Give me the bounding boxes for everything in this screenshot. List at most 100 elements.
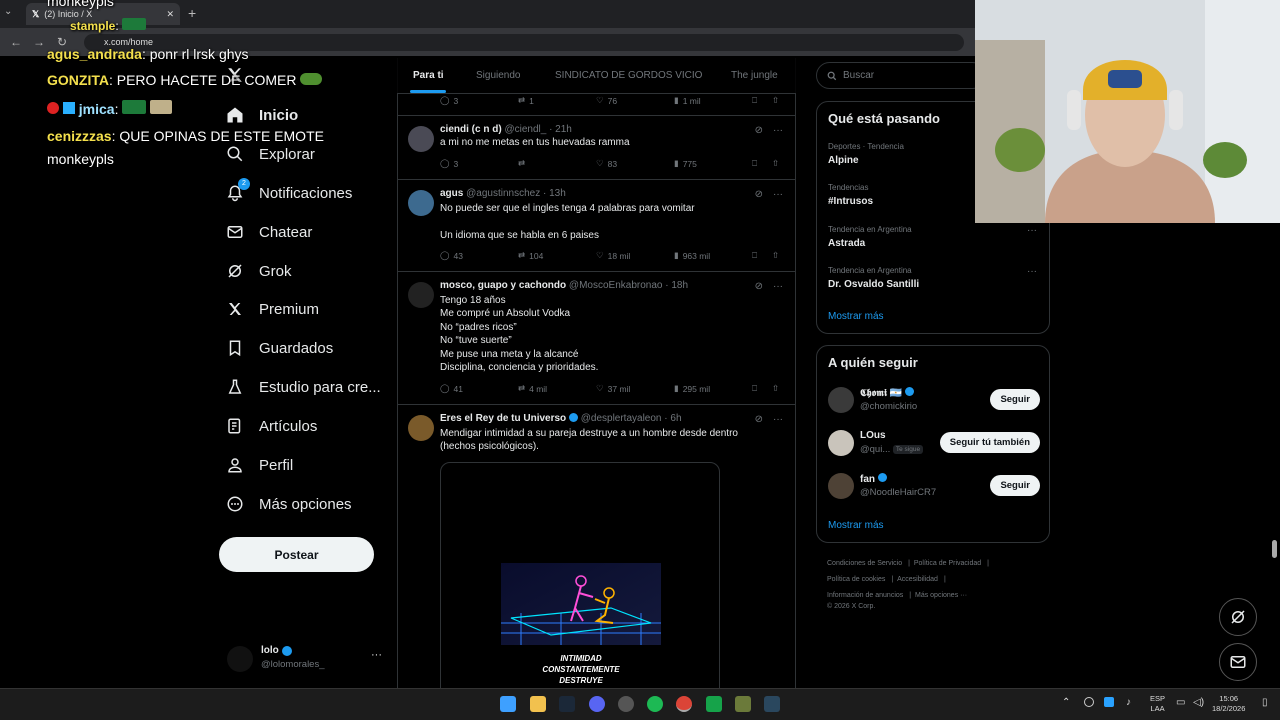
tweet-time[interactable]: · 21h (549, 124, 572, 135)
author-handle[interactable]: @MoscoEnkabronao (569, 280, 663, 291)
reply-button[interactable]: ◯ 41 (440, 383, 463, 394)
tab-para-ti[interactable]: Para ti (413, 70, 444, 81)
reply-button[interactable]: ◯ 43 (440, 250, 463, 261)
start-icon[interactable] (500, 696, 516, 712)
app-icon[interactable] (618, 696, 634, 712)
bookmark-icon[interactable]: ⎕ (752, 383, 757, 394)
tab-the-jungle[interactable]: The jungle (731, 70, 778, 81)
footer-link[interactable]: Política de Privacidad (914, 560, 981, 567)
show-more-link[interactable]: Mostrar más (828, 311, 884, 322)
back-icon[interactable]: ← (10, 35, 22, 49)
nav-item-grok[interactable]: Grok (226, 262, 292, 280)
follow-button[interactable]: Seguir (990, 389, 1040, 410)
views-button[interactable]: ▮ 295 mil (674, 383, 710, 394)
share-icon[interactable]: ⇧ (772, 383, 779, 394)
trend-topic[interactable]: #Intrusos (828, 196, 873, 207)
tab-close-icon[interactable]: ✕ (166, 9, 174, 20)
notifications-icon[interactable]: ▯ (1262, 697, 1268, 708)
steam-icon[interactable] (764, 696, 780, 712)
nav-item-mas-opciones[interactable]: Más opciones (226, 495, 352, 513)
nav-item-guardados[interactable]: Guardados (226, 339, 333, 357)
grok-icon[interactable]: ⊘ (755, 189, 763, 200)
author-name[interactable]: Eres el Rey de tu Universo (440, 413, 566, 424)
follow-back-button[interactable]: Seguir tú también (939, 432, 1040, 453)
share-icon[interactable]: ⇧ (772, 250, 779, 261)
author-name[interactable]: mosco, guapo y cachondo (440, 280, 566, 291)
footer-link[interactable]: Información de anuncios (827, 592, 903, 599)
tweet-time[interactable]: · 18h (665, 280, 688, 291)
share-icon[interactable]: ⇧ (772, 158, 779, 169)
bookmark-icon[interactable]: ⎕ (752, 250, 757, 261)
like-button[interactable]: ♡ 83 (596, 158, 617, 169)
repost-button[interactable]: ⇄ 4 mil (518, 383, 547, 394)
footer-link[interactable]: Accesibilidad (897, 576, 938, 583)
author-handle[interactable]: @desplertayaleon (581, 413, 662, 424)
repost-button[interactable]: ⇄ 1 (518, 95, 534, 106)
search-input[interactable]: Buscar (816, 62, 986, 89)
more-icon[interactable]: ··· (773, 125, 783, 136)
tweet[interactable]: Eres el Rey de tu Universo @desplertayal… (398, 405, 795, 702)
share-icon[interactable]: ⇧ (772, 95, 779, 106)
like-button[interactable]: ♡ 76 (596, 95, 617, 106)
tray-icon[interactable] (1084, 697, 1094, 707)
trend-topic[interactable]: Dr. Osvaldo Santilli (828, 279, 919, 290)
nav-item-inicio[interactable]: Inicio (226, 106, 298, 124)
tweet-media[interactable]: INTIMIDAD CONSTANTEMENTE DESTRUYE (440, 462, 720, 702)
author-name[interactable]: agus (440, 188, 463, 199)
mic-icon[interactable]: ♪ (1126, 697, 1131, 708)
tab-siguiendo[interactable]: Siguiendo (476, 70, 520, 81)
reply-button[interactable]: ◯ 3 (440, 158, 458, 169)
trend-topic[interactable]: Alpine (828, 155, 859, 166)
nav-item-premium[interactable]: Premium (226, 300, 319, 318)
nav-item-explorar[interactable]: Explorar (226, 145, 315, 163)
input-language[interactable]: ESP LAA (1150, 694, 1165, 714)
nav-item-perfil[interactable]: Perfil (226, 456, 293, 474)
tray-icon[interactable] (1104, 697, 1114, 707)
grok-icon[interactable]: ⊘ (755, 281, 763, 292)
scrollbar-thumb[interactable] (1272, 540, 1277, 558)
chrome-icon[interactable] (676, 696, 692, 712)
more-icon[interactable]: ··· (773, 281, 783, 292)
views-button[interactable]: ▮ 775 (674, 158, 697, 169)
spotify-icon[interactable] (647, 696, 663, 712)
like-button[interactable]: ♡ 37 mil (596, 383, 630, 394)
steam-icon[interactable] (559, 696, 575, 712)
more-icon[interactable]: ··· (773, 414, 783, 425)
more-icon[interactable]: ··· (1027, 266, 1037, 277)
repost-button[interactable]: ⇄ 104 (518, 250, 543, 261)
grok-fab[interactable] (1219, 598, 1257, 636)
author-name[interactable]: ciendi (c n d) (440, 124, 502, 135)
tab-sindicato[interactable]: SINDICATO DE GORDOS VICIO (555, 70, 702, 81)
forward-icon[interactable]: → (33, 35, 45, 49)
more-icon[interactable]: ··· (371, 649, 382, 661)
follow-button[interactable]: Seguir (990, 475, 1040, 496)
grok-icon[interactable]: ⊘ (755, 125, 763, 136)
footer-link[interactable]: Política de cookies (827, 576, 885, 583)
new-tab-icon[interactable]: + (188, 5, 196, 21)
trend-topic[interactable]: Astrada (828, 238, 865, 249)
grok-icon[interactable]: ⊘ (755, 414, 763, 425)
tweet-time[interactable]: · 13h (543, 188, 566, 199)
nav-item-estudio[interactable]: Estudio para cre... (226, 378, 381, 396)
file-explorer-icon[interactable] (530, 696, 546, 712)
nav-item-chatear[interactable]: Chatear (226, 223, 312, 241)
account-switcher[interactable]: lolo @lolomorales_ ··· (227, 644, 387, 674)
author-handle[interactable]: @agustinnschez (466, 188, 540, 199)
tweet-partial[interactable]: ◯ 3 ⇄ 1 ♡ 76 ▮ 1 mil ⎕ ⇧ (398, 94, 795, 116)
like-button[interactable]: ♡ 18 mil (596, 250, 630, 261)
views-button[interactable]: ▮ 1 mil (674, 95, 701, 106)
repost-button[interactable]: ⇄ (518, 158, 529, 169)
tab-menu-icon[interactable]: ⌄ (4, 6, 20, 22)
tweet-time[interactable]: · 6h (664, 413, 681, 424)
discord-icon[interactable] (589, 696, 605, 712)
tweet[interactable]: agus @agustinnschez · 13h ⊘ ··· No puede … (398, 180, 795, 272)
clock[interactable]: 15:06 18/2/2026 (1212, 694, 1245, 714)
follow-suggestion[interactable]: 𝕮𝖍𝖔𝖒𝖎 🇦🇷 @chomickirio Seguir (828, 387, 1040, 417)
post-button[interactable]: Postear (219, 537, 374, 572)
tweet[interactable]: ciendi (c n d) @ciendl_ · 21h ⊘ ··· a mi … (398, 116, 795, 180)
tweet[interactable]: mosco, guapo y cachondo @MoscoEnkabronao… (398, 272, 795, 405)
follow-suggestion[interactable]: fan @NoodleHairCR7 Seguir (828, 473, 1040, 503)
messages-fab[interactable] (1219, 643, 1257, 681)
show-more-link[interactable]: Mostrar más (828, 520, 884, 531)
follow-suggestion[interactable]: LOus @qui... Te sigue Seguir tú también (828, 430, 1040, 460)
